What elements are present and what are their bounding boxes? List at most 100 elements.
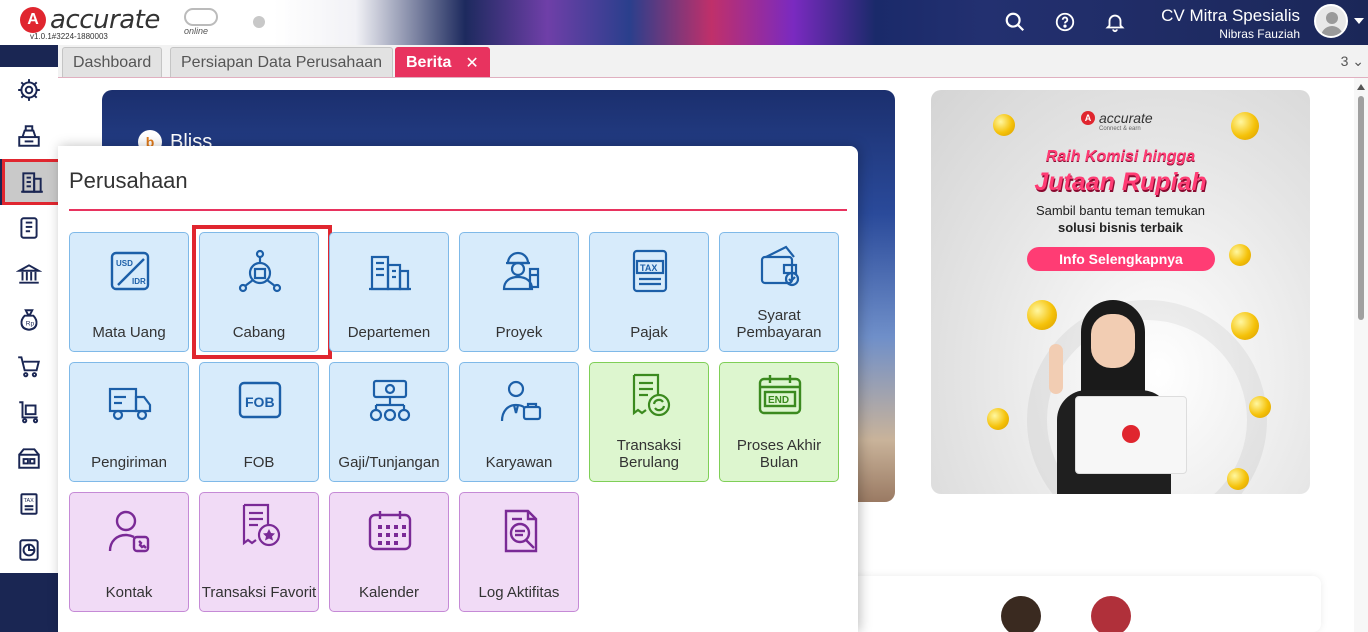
vertical-scrollbar[interactable] bbox=[1354, 78, 1368, 632]
avatar[interactable] bbox=[1314, 4, 1348, 38]
svg-text:Rp: Rp bbox=[26, 320, 35, 327]
favorite-transaction-icon bbox=[242, 503, 281, 547]
promo-person-image bbox=[1049, 300, 1187, 494]
recurring-transaction-icon bbox=[632, 373, 671, 417]
brand-name: accurate bbox=[50, 5, 160, 35]
sidebar-item-money-bag[interactable]: Rp bbox=[0, 297, 58, 343]
sidebar-item-cart[interactable] bbox=[0, 343, 58, 389]
sidebar-item-bank[interactable] bbox=[0, 251, 58, 297]
tile-label: Karyawan bbox=[485, 454, 553, 471]
sidebar-item-tax[interactable]: TAX bbox=[0, 481, 58, 527]
scrollbar-thumb[interactable] bbox=[1358, 96, 1364, 320]
tile-label: Cabang bbox=[232, 324, 286, 341]
coin-icon bbox=[993, 114, 1015, 136]
bell-icon[interactable] bbox=[1103, 10, 1127, 34]
report-icon bbox=[19, 539, 39, 561]
activity-log-icon bbox=[504, 509, 538, 553]
search-icon[interactable] bbox=[1003, 10, 1027, 34]
svg-text:TAX: TAX bbox=[640, 263, 657, 273]
settings-icon bbox=[18, 79, 40, 101]
tile-kontak[interactable]: Kontak bbox=[69, 492, 189, 612]
tax-icon: TAX bbox=[20, 493, 38, 515]
month-end-icon: END bbox=[758, 375, 802, 415]
divider bbox=[69, 209, 847, 211]
tile-fob[interactable]: FOB FOB bbox=[199, 362, 319, 482]
promo-banner[interactable]: A accurate Connect & earn Raih Komisi hi… bbox=[931, 90, 1310, 494]
coin-icon bbox=[1231, 312, 1259, 340]
tile-syarat-pembayaran[interactable]: Syarat Pembayaran bbox=[719, 232, 839, 352]
ad-brand: accurate bbox=[1099, 110, 1153, 126]
ad-headline-1: Raih Komisi hingga bbox=[1045, 148, 1196, 165]
accurate-logo-icon: A bbox=[20, 7, 46, 33]
tile-departemen[interactable]: Departemen bbox=[329, 232, 449, 352]
tile-label: Proses Akhir Bulan bbox=[736, 437, 822, 471]
contact-icon bbox=[108, 510, 150, 553]
chevron-down-icon[interactable] bbox=[1354, 18, 1364, 24]
ledger-icon bbox=[20, 217, 38, 239]
department-building-icon bbox=[369, 255, 411, 291]
sidebar-item-ledger[interactable] bbox=[0, 205, 58, 251]
tile-karyawan[interactable]: Karyawan bbox=[459, 362, 579, 482]
news-card[interactable] bbox=[851, 576, 1321, 632]
tile-transaksi-favorit[interactable]: Transaksi Favorit bbox=[199, 492, 319, 612]
tile-log-aktifitas[interactable]: Log Aktifitas bbox=[459, 492, 579, 612]
tile-label: Kalender bbox=[358, 584, 420, 601]
tile-proses-akhir-bulan[interactable]: END Proses Akhir Bulan bbox=[719, 362, 839, 482]
company-info[interactable]: CV Mitra Spesialis Nibras Fauziah bbox=[1161, 6, 1300, 41]
scroll-up-icon[interactable] bbox=[1357, 84, 1365, 90]
sidebar-item-cash-register[interactable] bbox=[0, 113, 58, 159]
coin-icon bbox=[1249, 396, 1271, 418]
tile-label: Gaji/Tunjangan bbox=[338, 454, 440, 471]
tile-gaji-tunjangan[interactable]: Gaji/Tunjangan bbox=[329, 362, 449, 482]
info-selengkapnya-button[interactable]: Info Selengkapnya bbox=[1027, 247, 1215, 271]
tile-label: Kontak bbox=[105, 584, 153, 601]
tile-pajak[interactable]: TAX Pajak bbox=[589, 232, 709, 352]
coin-icon bbox=[1229, 244, 1251, 266]
payment-terms-icon bbox=[760, 245, 800, 287]
ad-brand-sub: Connect & earn bbox=[1099, 126, 1141, 132]
company-icon bbox=[21, 172, 43, 193]
tile-mata-uang[interactable]: USD IDR Mata Uang bbox=[69, 232, 189, 352]
svg-text:IDR: IDR bbox=[132, 277, 146, 286]
tab-persiapan-data-perusahaan[interactable]: Persiapan Data Perusahaan bbox=[170, 47, 394, 77]
brand-suffix: online bbox=[184, 26, 209, 36]
sidebar-item-company[interactable] bbox=[2, 159, 62, 205]
tile-label: Proyek bbox=[495, 324, 543, 341]
tile-cabang[interactable]: Cabang bbox=[192, 225, 332, 359]
sidebar-item-settings[interactable] bbox=[0, 67, 58, 113]
coin-icon bbox=[1231, 112, 1259, 140]
project-worker-icon bbox=[502, 251, 540, 291]
fob-icon: FOB bbox=[238, 381, 282, 419]
tab-berita[interactable]: Berita ✕ bbox=[395, 47, 490, 77]
tile-transaksi-berulang[interactable]: Transaksi Berulang bbox=[589, 362, 709, 482]
sidebar: Rp TAX bbox=[0, 45, 62, 632]
calendar-icon bbox=[368, 511, 412, 551]
laptop-icon bbox=[1075, 396, 1187, 474]
sidebar-item-inventory[interactable] bbox=[0, 435, 58, 481]
coin-icon bbox=[1227, 468, 1249, 490]
menu-title: Perusahaan bbox=[69, 168, 188, 193]
close-icon[interactable]: ✕ bbox=[465, 53, 478, 73]
help-icon[interactable] bbox=[1053, 10, 1077, 34]
delivery-truck-icon bbox=[108, 387, 152, 421]
cart-icon bbox=[18, 356, 40, 378]
tab-bar: Dashboard Persiapan Data Perusahaan Beri… bbox=[58, 45, 1368, 78]
tile-label: Transaksi Favorit bbox=[201, 584, 317, 601]
tab-dashboard[interactable]: Dashboard bbox=[62, 47, 163, 77]
tile-kalender[interactable]: Kalender bbox=[329, 492, 449, 612]
tile-label: Mata Uang bbox=[92, 324, 166, 341]
tile-proyek[interactable]: Proyek bbox=[459, 232, 579, 352]
tile-pengiriman[interactable]: Pengiriman bbox=[69, 362, 189, 482]
sidebar-item-trolley[interactable] bbox=[0, 389, 58, 435]
app-logo[interactable]: A accurate bbox=[20, 5, 160, 35]
coin-icon bbox=[987, 408, 1009, 430]
trolley-icon bbox=[19, 401, 39, 424]
branch-icon bbox=[238, 249, 282, 293]
tile-label: FOB bbox=[243, 454, 275, 471]
version-label: v1.0.1#3224-1880003 bbox=[30, 32, 108, 41]
tile-label: Pengiriman bbox=[91, 454, 167, 471]
tab-count-dropdown[interactable]: 3 ⌄ bbox=[1341, 53, 1364, 70]
tile-label: Departemen bbox=[347, 324, 431, 341]
sidebar-item-report[interactable] bbox=[0, 527, 58, 573]
app-window: A accurate online v1.0.1#3224-1880003 CV… bbox=[0, 0, 1368, 632]
